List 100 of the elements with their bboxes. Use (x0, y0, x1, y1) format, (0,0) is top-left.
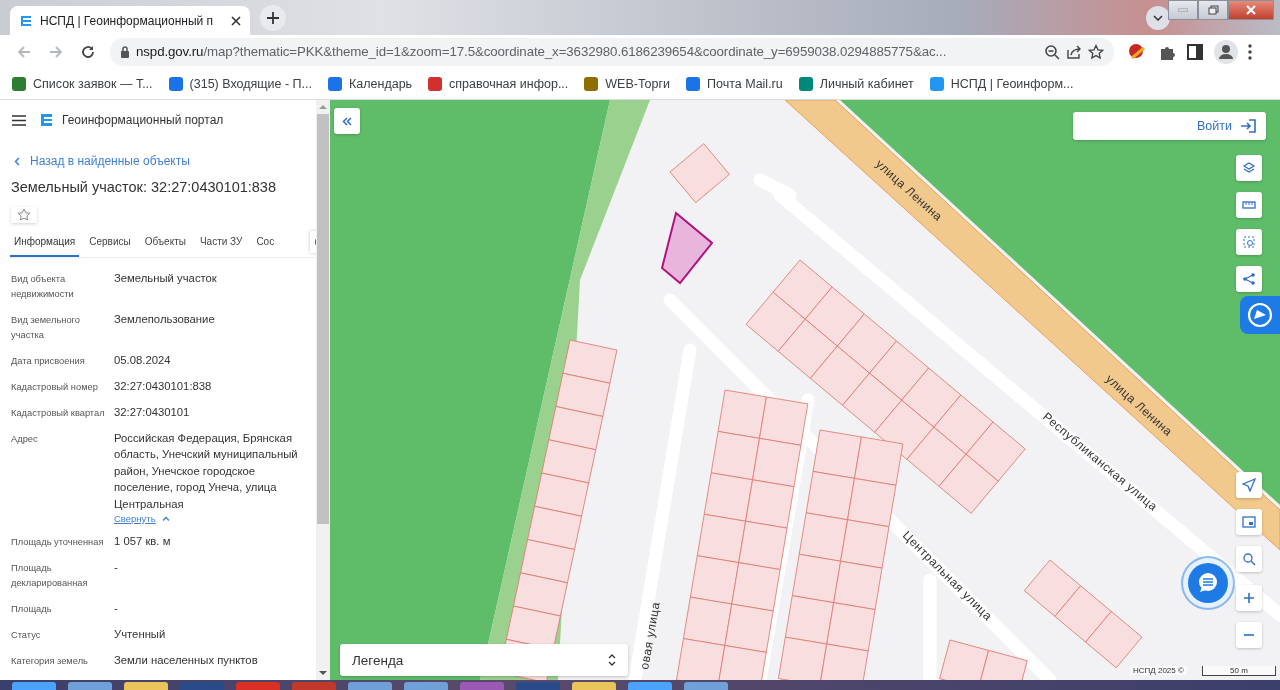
area-select-icon (1242, 235, 1256, 249)
land-parcel[interactable] (745, 479, 795, 529)
field-label: Кадастровый квартал (11, 406, 106, 420)
field-value: Учтенный (114, 627, 167, 642)
field-label: Площадь декларированная (11, 562, 89, 590)
land-parcel[interactable] (798, 512, 848, 562)
minimap-button[interactable] (1236, 509, 1262, 535)
land-parcel[interactable] (683, 596, 733, 646)
login-button[interactable]: Войти (1073, 112, 1266, 140)
favorite-button[interactable] (11, 207, 37, 223)
land-parcel[interactable] (752, 437, 802, 488)
land-parcel[interactable] (759, 396, 809, 446)
minimize-icon (1178, 8, 1188, 12)
star-icon (17, 207, 31, 222)
bookmark[interactable]: Почта Mail.ru (686, 76, 783, 91)
scrollbar-thumb[interactable] (317, 114, 329, 524)
close-icon (1245, 5, 1257, 15)
land-parcel[interactable] (731, 562, 781, 612)
bookmark[interactable]: Календарь (328, 76, 413, 91)
layers-button[interactable] (1236, 155, 1262, 181)
browser-tab[interactable]: НСПД | Геоинформационный п (10, 6, 250, 35)
share-button[interactable] (1236, 266, 1262, 292)
address-bar[interactable]: nspd.gov.ru/map?thematic=PKK&theme_id=1&zoom=17.5&coordinate_x=3632980.6186239654&coordinate_y=6959038.0294885775&ac... (110, 37, 1114, 66)
land-parcel[interactable] (791, 553, 842, 604)
taskbar-app-icon[interactable] (124, 682, 168, 690)
field-label: Площадь уточненная (11, 536, 105, 549)
locate-search-button[interactable] (1236, 546, 1262, 572)
land-parcel[interactable] (717, 389, 767, 439)
land-parcel[interactable] (805, 471, 855, 521)
tab[interactable]: Сос (252, 230, 279, 257)
field-value: Землепользование (114, 311, 216, 327)
scroll-down-icon[interactable] (319, 670, 327, 676)
tab[interactable]: Информация (10, 230, 80, 257)
plus-icon (266, 11, 280, 25)
land-parcel[interactable] (738, 520, 788, 570)
area-select-button[interactable] (1236, 229, 1262, 255)
scroll-up-icon[interactable] (319, 104, 327, 110)
side-panel-icon[interactable] (1186, 42, 1204, 61)
minus-button[interactable] (1236, 622, 1262, 648)
tab[interactable]: Части ЗУ (195, 230, 247, 257)
land-parcel[interactable] (847, 477, 897, 528)
land-parcel[interactable] (710, 431, 760, 481)
lock-icon (120, 45, 130, 58)
extension-icon[interactable] (1126, 41, 1148, 62)
legend-dropdown[interactable]: Легенда (340, 644, 628, 676)
zoom-out-icon[interactable] (1044, 43, 1060, 60)
land-parcel[interactable] (784, 595, 835, 645)
bookmark[interactable]: Личный кабинет (798, 76, 914, 91)
bookmark[interactable]: WEB-Торги (584, 76, 671, 91)
field-value: 05.08.2024 (114, 352, 172, 368)
land-parcel[interactable] (689, 555, 740, 605)
field-label: Кадастровый номер (11, 380, 99, 394)
taskbar-app-icon[interactable] (572, 682, 616, 690)
share-icon[interactable] (1066, 43, 1082, 60)
field-label: Адрес (11, 432, 39, 446)
land-parcel[interactable] (696, 513, 747, 564)
plus-button[interactable] (1236, 585, 1262, 611)
scrollbar[interactable] (316, 100, 330, 680)
menu-icon[interactable] (1248, 43, 1252, 60)
tab[interactable]: Объекты (140, 230, 190, 257)
bookmark[interactable]: Список заявок — Т... (12, 76, 153, 91)
avatar-icon[interactable] (1214, 39, 1238, 64)
land-parcel[interactable] (840, 519, 890, 569)
back-link[interactable]: Назад в найденные объекты (14, 154, 316, 168)
close-window-button[interactable] (1228, 0, 1274, 20)
land-parcel[interactable] (833, 560, 883, 610)
portal-title: Геоинформационный портал (62, 113, 224, 127)
star-icon[interactable] (1088, 43, 1104, 60)
tab[interactable]: Сервисы (85, 230, 135, 257)
chevron-up-icon[interactable] (161, 516, 170, 521)
back-icon (16, 43, 32, 60)
collapse-link[interactable]: Свернуть (114, 513, 156, 524)
new-tab-button[interactable] (260, 5, 286, 31)
close-tab-icon[interactable] (230, 14, 242, 27)
field-value: 32:27:0430101 (114, 404, 191, 420)
restore-icon (1207, 5, 1219, 15)
minimap-icon (1242, 515, 1256, 529)
tab-search-button[interactable] (1146, 6, 1170, 30)
bookmark[interactable]: НСПД | Геоинформ... (929, 76, 1074, 91)
chevron-left-icon (14, 156, 20, 166)
navigation-arrow-button[interactable] (1236, 472, 1262, 498)
minimize-button[interactable] (1168, 0, 1198, 20)
collapse-panel-button[interactable] (334, 108, 360, 134)
plus-icon (1242, 591, 1256, 605)
field-value: Земельный участок (114, 270, 218, 286)
land-parcel[interactable] (812, 429, 862, 479)
restore-button[interactable] (1198, 0, 1228, 20)
land-parcel[interactable] (724, 603, 774, 653)
menu-icon[interactable] (12, 114, 26, 126)
bookmark[interactable]: справочная инфор... (428, 76, 569, 91)
field-label: Категория земель (11, 655, 89, 668)
ruler-button[interactable] (1236, 192, 1262, 218)
feedback-tab[interactable] (1240, 296, 1280, 334)
land-parcel[interactable] (826, 602, 876, 652)
field-label: Площадь (11, 603, 53, 616)
bookmark[interactable]: (315) Входящие - П... (168, 76, 312, 91)
land-parcel[interactable] (703, 472, 753, 522)
sign-in-icon (1240, 119, 1256, 133)
selected-parcel[interactable] (660, 211, 714, 285)
field-value: 32:27:0430101:838 (114, 378, 213, 394)
